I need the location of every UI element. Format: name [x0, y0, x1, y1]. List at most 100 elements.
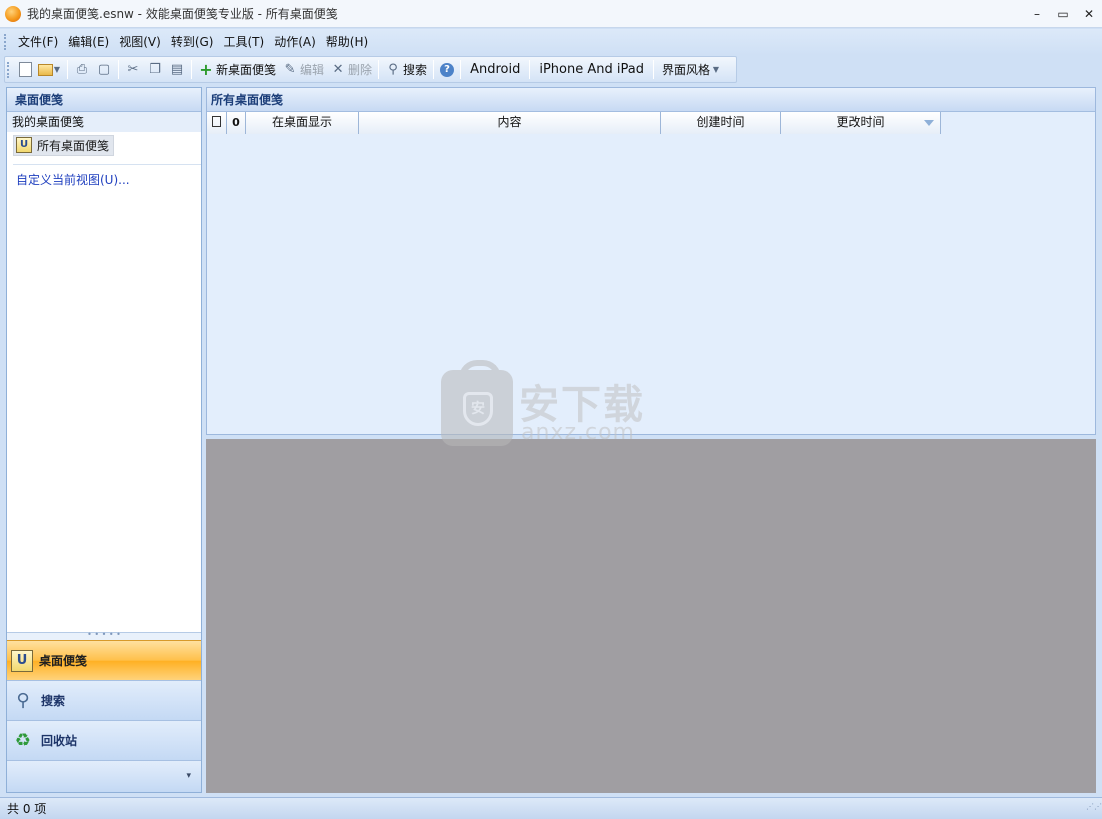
- edit-label: 编辑: [300, 63, 325, 77]
- menu-help[interactable]: 帮助(H): [321, 29, 373, 55]
- app-logo-icon: [5, 5, 21, 22]
- nav-button-search-label: 搜索: [41, 694, 66, 708]
- search-icon: ⚲: [388, 61, 398, 77]
- sticky-note-icon: U: [11, 649, 33, 672]
- new-file-button[interactable]: [16, 58, 35, 81]
- toolbar: ▼ ⎙ ▢ ✂ ❐ ▤ + 新桌面便笺 ✎ 编辑 ✕ 删除 ⚲ 搜索 ? Android…: [4, 56, 737, 83]
- chevron-down-icon: ▾: [186, 771, 191, 781]
- toolbar-separator: [67, 60, 68, 79]
- menu-bar: 文件(F) 编辑(E) 视图(V) 转到(G) 工具(T) 动作(A) 帮助(H…: [0, 29, 1102, 55]
- folder-group-label: 我的桌面便笺: [7, 112, 201, 132]
- column-type[interactable]: [207, 112, 227, 134]
- new-note-button[interactable]: + 新桌面便笺: [195, 58, 279, 81]
- nav-configure-bar[interactable]: ▾: [7, 760, 201, 792]
- cut-icon: ✂: [127, 61, 139, 77]
- folder-all-notes-selection[interactable]: U 所有桌面便笺: [13, 134, 115, 156]
- reading-pane: [206, 439, 1096, 793]
- paperclip-icon: 0: [232, 116, 240, 129]
- copy-icon: ❐: [149, 61, 161, 77]
- skin-label: 界面风格: [661, 63, 710, 77]
- delete-icon: ✕: [332, 61, 344, 77]
- dropdown-arrow-icon: ▼: [712, 64, 720, 74]
- paste-icon: ▤: [170, 61, 184, 77]
- title-bar: 我的桌面便笺.esnw - 效能桌面便笺专业版 - 所有桌面便笺 – ▭ ✕: [0, 0, 1102, 28]
- notes-list-title: 所有桌面便笺: [207, 88, 1095, 112]
- copy-button[interactable]: ❐: [144, 58, 166, 81]
- resize-grip-icon[interactable]: ⋰⋰: [1086, 803, 1102, 816]
- document-icon: [212, 116, 221, 127]
- toolbar-separator: [191, 60, 192, 79]
- print-icon: ⎙: [76, 61, 88, 77]
- notes-grid-header: 0 在桌面显示 内容 创建时间 更改时间: [207, 112, 941, 134]
- new-file-icon: [19, 62, 32, 77]
- menu-tools[interactable]: 工具(T): [218, 29, 269, 55]
- toolbar-separator: [652, 60, 654, 79]
- toolbar-grip[interactable]: [7, 61, 10, 78]
- magnifier-icon: ⚲: [16, 689, 30, 711]
- android-button[interactable]: Android: [464, 58, 526, 81]
- recycle-bin-icon: ♻: [14, 729, 32, 751]
- watermark-bag-icon: 安: [441, 360, 513, 446]
- customize-view-link[interactable]: 自定义当前视图(U)...: [7, 171, 201, 188]
- new-note-label: 新桌面便笺: [216, 63, 277, 77]
- column-attachment[interactable]: 0: [227, 112, 246, 134]
- plus-icon: +: [199, 59, 213, 79]
- nav-button-notes-label: 桌面便笺: [39, 654, 88, 668]
- toolbar-separator: [378, 60, 380, 79]
- menu-file[interactable]: 文件(F): [13, 29, 63, 55]
- folder-all-notes-label: 所有桌面便笺: [37, 138, 110, 153]
- column-created-time[interactable]: 创建时间: [661, 112, 781, 134]
- help-button[interactable]: ?: [437, 58, 457, 81]
- paste-button[interactable]: ▤: [166, 58, 188, 81]
- status-bar: 共 0 项 ⋰⋰: [0, 797, 1102, 819]
- column-show-on-desktop[interactable]: 在桌面显示: [246, 112, 359, 134]
- nav-button-recycle[interactable]: ♻ 回收站: [7, 720, 201, 760]
- menu-edit[interactable]: 编辑(E): [63, 29, 114, 55]
- search-label: 搜索: [403, 63, 428, 77]
- menu-view[interactable]: 视图(V): [114, 29, 166, 55]
- watermark-shield-icon: 安: [463, 392, 493, 426]
- iphone-ipad-button[interactable]: iPhone And iPad: [533, 58, 650, 81]
- nav-button-search[interactable]: ⚲ 搜索: [7, 680, 201, 720]
- watermark-subtitle: anxz.com: [521, 420, 635, 445]
- edit-icon: ✎: [284, 61, 296, 77]
- nav-button-notes[interactable]: U 桌面便笺: [7, 640, 201, 680]
- toolbar-separator: [433, 60, 435, 79]
- sticky-note-icon: U: [16, 137, 32, 153]
- menu-goto[interactable]: 转到(G): [166, 29, 219, 55]
- open-folder-icon: [38, 63, 53, 76]
- toolbar-separator: [460, 60, 462, 79]
- toolbar-separator: [529, 60, 531, 79]
- print-preview-button[interactable]: ▢: [93, 58, 115, 81]
- toolbar-separator: [118, 60, 119, 79]
- delete-label: 删除: [348, 63, 373, 77]
- search-button[interactable]: ⚲ 搜索: [382, 58, 430, 81]
- close-button[interactable]: ✕: [1076, 0, 1102, 28]
- delete-button[interactable]: ✕ 删除: [327, 58, 375, 81]
- column-content[interactable]: 内容: [359, 112, 661, 134]
- item-count: 共 0 项: [7, 802, 47, 816]
- window-controls: – ▭ ✕: [1024, 0, 1102, 28]
- nav-button-recycle-label: 回收站: [41, 734, 78, 748]
- navigation-pane-title: 桌面便笺: [7, 88, 201, 112]
- nav-splitter-handle[interactable]: • • • • •: [7, 631, 201, 640]
- open-file-button[interactable]: ▼: [35, 58, 64, 81]
- folder-all-notes[interactable]: U 所有桌面便笺: [7, 132, 201, 158]
- print-preview-icon: ▢: [97, 61, 111, 77]
- column-modified-time[interactable]: 更改时间: [781, 112, 941, 134]
- column-modified-time-label: 更改时间: [836, 115, 885, 129]
- navigation-pane: 桌面便笺 我的桌面便笺 U 所有桌面便笺 自定义当前视图(U)... • • •…: [6, 87, 202, 793]
- print-button[interactable]: ⎙: [71, 58, 93, 81]
- window-title: 我的桌面便笺.esnw - 效能桌面便笺专业版 - 所有桌面便笺: [27, 7, 338, 21]
- watermark-logo: 安 安下载 anxz.com: [441, 360, 661, 450]
- menu-actions[interactable]: 动作(A): [269, 29, 321, 55]
- divider: [13, 164, 201, 165]
- maximize-button[interactable]: ▭: [1050, 0, 1076, 28]
- help-icon: ?: [440, 62, 455, 77]
- menu-grip[interactable]: [4, 34, 7, 50]
- sort-descending-icon: [924, 120, 934, 126]
- skin-dropdown[interactable]: 界面风格 ▼: [657, 58, 725, 81]
- minimize-button[interactable]: –: [1024, 0, 1050, 28]
- cut-button[interactable]: ✂: [122, 58, 144, 81]
- edit-button[interactable]: ✎ 编辑: [279, 58, 327, 81]
